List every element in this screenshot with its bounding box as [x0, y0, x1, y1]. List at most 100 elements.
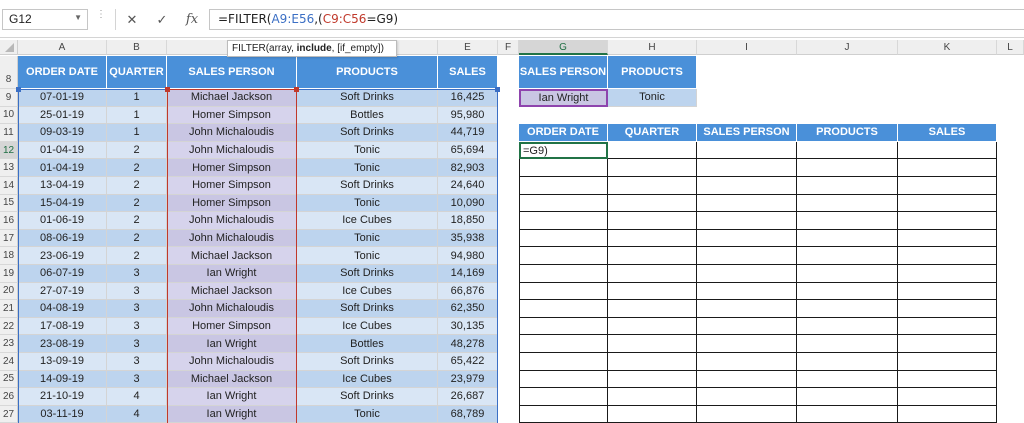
row-header-26[interactable]: 26 [0, 388, 18, 406]
row-header-27[interactable]: 27 [0, 405, 18, 423]
row-header-14[interactable]: 14 [0, 177, 18, 195]
result-cell[interactable] [519, 335, 608, 353]
range-handle[interactable] [165, 87, 170, 92]
result-cell[interactable] [898, 282, 997, 301]
drag-handle-icon[interactable]: ⋮ [96, 10, 106, 28]
result-cell[interactable] [797, 247, 898, 265]
result-cell[interactable] [898, 194, 997, 213]
result-cell[interactable] [697, 335, 797, 353]
result-cell[interactable] [608, 141, 697, 160]
active-cell[interactable]: =G9) [519, 141, 608, 160]
column-header-g[interactable]: G [519, 40, 608, 55]
range-handle[interactable] [294, 87, 299, 92]
column-header-j[interactable]: J [797, 40, 898, 55]
result-cell[interactable] [519, 194, 608, 213]
result-cell[interactable] [697, 370, 797, 389]
row-header-11[interactable]: 11 [0, 124, 18, 142]
result-cell[interactable] [898, 177, 997, 195]
result-cell[interactable] [898, 388, 997, 406]
result-cell[interactable] [608, 194, 697, 213]
enter-icon[interactable]: ✓ [150, 11, 174, 29]
result-cell[interactable] [898, 141, 997, 160]
result-cell[interactable] [898, 335, 997, 353]
column-header-i[interactable]: I [697, 40, 797, 55]
result-cell[interactable] [797, 405, 898, 423]
result-cell[interactable] [697, 300, 797, 318]
row-header-17[interactable]: 17 [0, 229, 18, 248]
result-cell[interactable] [608, 405, 697, 423]
cancel-icon[interactable]: ✕ [120, 11, 144, 29]
result-cell[interactable] [608, 282, 697, 301]
row-header-15[interactable]: 15 [0, 194, 18, 213]
result-cell[interactable] [519, 229, 608, 248]
result-cell[interactable] [608, 370, 697, 389]
result-cell[interactable] [608, 229, 697, 248]
result-cell[interactable] [898, 265, 997, 283]
row-header-20[interactable]: 20 [0, 282, 18, 301]
result-cell[interactable] [797, 229, 898, 248]
result-cell[interactable] [797, 335, 898, 353]
row-header-21[interactable]: 21 [0, 300, 18, 318]
result-cell[interactable] [608, 353, 697, 371]
result-cell[interactable] [898, 353, 997, 371]
result-cell[interactable] [797, 353, 898, 371]
result-cell[interactable] [519, 317, 608, 336]
result-cell[interactable] [519, 353, 608, 371]
row-header-22[interactable]: 22 [0, 317, 18, 336]
result-cell[interactable] [797, 388, 898, 406]
result-cell[interactable] [697, 141, 797, 160]
criteria-value-cell[interactable]: Tonic [608, 89, 697, 107]
result-cell[interactable] [898, 247, 997, 265]
column-header-f[interactable]: F [498, 40, 519, 55]
result-cell[interactable] [519, 177, 608, 195]
row-header-24[interactable]: 24 [0, 353, 18, 371]
name-box[interactable]: G12 ▼ [2, 9, 88, 30]
chevron-down-icon[interactable]: ▼ [74, 13, 82, 22]
result-cell[interactable] [608, 388, 697, 406]
result-cell[interactable] [519, 405, 608, 423]
result-cell[interactable] [697, 229, 797, 248]
result-cell[interactable] [519, 212, 608, 230]
result-cell[interactable] [697, 282, 797, 301]
result-cell[interactable] [608, 317, 697, 336]
result-cell[interactable] [797, 282, 898, 301]
column-header-h[interactable]: H [608, 40, 697, 55]
result-cell[interactable] [898, 405, 997, 423]
result-cell[interactable] [519, 388, 608, 406]
result-cell[interactable] [697, 159, 797, 177]
row-header-25[interactable]: 25 [0, 370, 18, 389]
result-cell[interactable] [797, 159, 898, 177]
result-cell[interactable] [697, 194, 797, 213]
insert-function-button[interactable]: fx [180, 11, 204, 29]
result-cell[interactable] [519, 282, 608, 301]
result-cell[interactable] [898, 317, 997, 336]
result-cell[interactable] [797, 300, 898, 318]
row-header-13[interactable]: 13 [0, 159, 18, 177]
criteria-value-cell[interactable]: Ian Wright [519, 89, 608, 107]
column-header-e[interactable]: E [438, 40, 498, 55]
column-header-b[interactable]: B [107, 40, 167, 55]
result-cell[interactable] [898, 229, 997, 248]
result-cell[interactable] [697, 317, 797, 336]
column-header-a[interactable]: A [18, 40, 107, 55]
range-handle[interactable] [16, 87, 21, 92]
row-header-12[interactable]: 12 [0, 141, 18, 160]
result-cell[interactable] [608, 247, 697, 265]
result-cell[interactable] [608, 159, 697, 177]
result-cell[interactable] [519, 159, 608, 177]
result-cell[interactable] [697, 353, 797, 371]
result-cell[interactable] [697, 177, 797, 195]
result-cell[interactable] [797, 177, 898, 195]
result-cell[interactable] [697, 247, 797, 265]
row-header-16[interactable]: 16 [0, 212, 18, 230]
select-all-button[interactable] [0, 40, 18, 55]
result-cell[interactable] [608, 300, 697, 318]
result-cell[interactable] [697, 405, 797, 423]
result-cell[interactable] [797, 141, 898, 160]
result-cell[interactable] [608, 265, 697, 283]
formula-input[interactable]: =FILTER(A9:E56,(C9:C56=G9) [209, 9, 1024, 30]
result-cell[interactable] [898, 159, 997, 177]
result-cell[interactable] [519, 265, 608, 283]
result-cell[interactable] [608, 335, 697, 353]
range-handle[interactable] [495, 87, 500, 92]
